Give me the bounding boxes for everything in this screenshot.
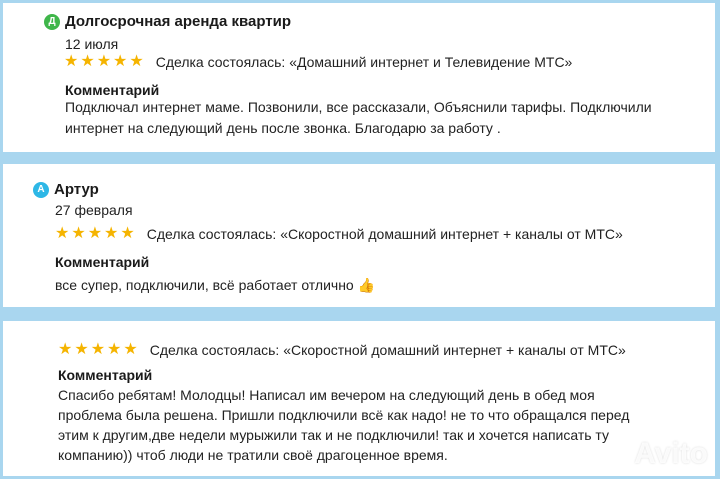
avito-logo-icon <box>590 447 628 461</box>
avatar[interactable]: Д <box>44 13 60 30</box>
rating-row: ★★★★★ Сделка состоялась: «Скоростной дом… <box>58 342 626 359</box>
comment-text: Подключал интернет маме. Позвонили, все … <box>65 99 652 136</box>
rating-row: ★★★★★ Сделка состоялась: «Домашний интер… <box>64 54 573 71</box>
reviewer-name[interactable]: Долгосрочная аренда квартир <box>65 13 291 30</box>
review-card: Д Долгосрочная аренда квартир 12 июля ★★… <box>3 3 715 152</box>
rating-row: ★★★★★ Сделка состоялась: «Скоростной дом… <box>55 226 623 243</box>
star-rating: ★★★★★ <box>64 54 147 70</box>
review-header: А Артур <box>33 181 99 198</box>
star-icon: ★★★★★ <box>55 225 137 242</box>
review-date: 27 февраля <box>55 202 133 218</box>
review-date: 12 июля <box>65 36 119 52</box>
review-card: А Артур 27 февраля ★★★★★ Сделка состояла… <box>3 164 715 307</box>
comment-title: Комментарий <box>65 82 160 98</box>
deal-text: Сделка состоялась: «Скоростной домашний … <box>146 226 623 242</box>
comment-text: все супер, подключили, всё работает отли… <box>55 275 695 296</box>
review-header: Д Долгосрочная аренда квартир <box>44 13 291 30</box>
comment-title: Комментарий <box>55 254 150 270</box>
deal-text: Сделка состоялась: «Скоростной домашний … <box>149 342 626 358</box>
star-icon: ★★★★★ <box>64 53 146 70</box>
avito-watermark: Avito <box>590 437 708 471</box>
comment-title: Комментарий <box>58 367 153 383</box>
reviewer-name[interactable]: Артур <box>54 181 99 198</box>
thumbs-up-icon: 👍 <box>357 277 376 293</box>
avatar[interactable]: А <box>33 181 49 198</box>
comment-body: все супер, подключили, всё работает отли… <box>55 277 354 293</box>
watermark-text: Avito <box>634 437 708 470</box>
deal-text: Сделка состоялась: «Домашний интернет и … <box>155 54 573 70</box>
star-rating: ★★★★★ <box>55 226 138 242</box>
star-rating: ★★★★★ <box>58 342 141 358</box>
comment-text: Спасибо ребятам! Молодцы! Написал им веч… <box>58 387 630 463</box>
star-icon: ★★★★★ <box>58 341 140 358</box>
